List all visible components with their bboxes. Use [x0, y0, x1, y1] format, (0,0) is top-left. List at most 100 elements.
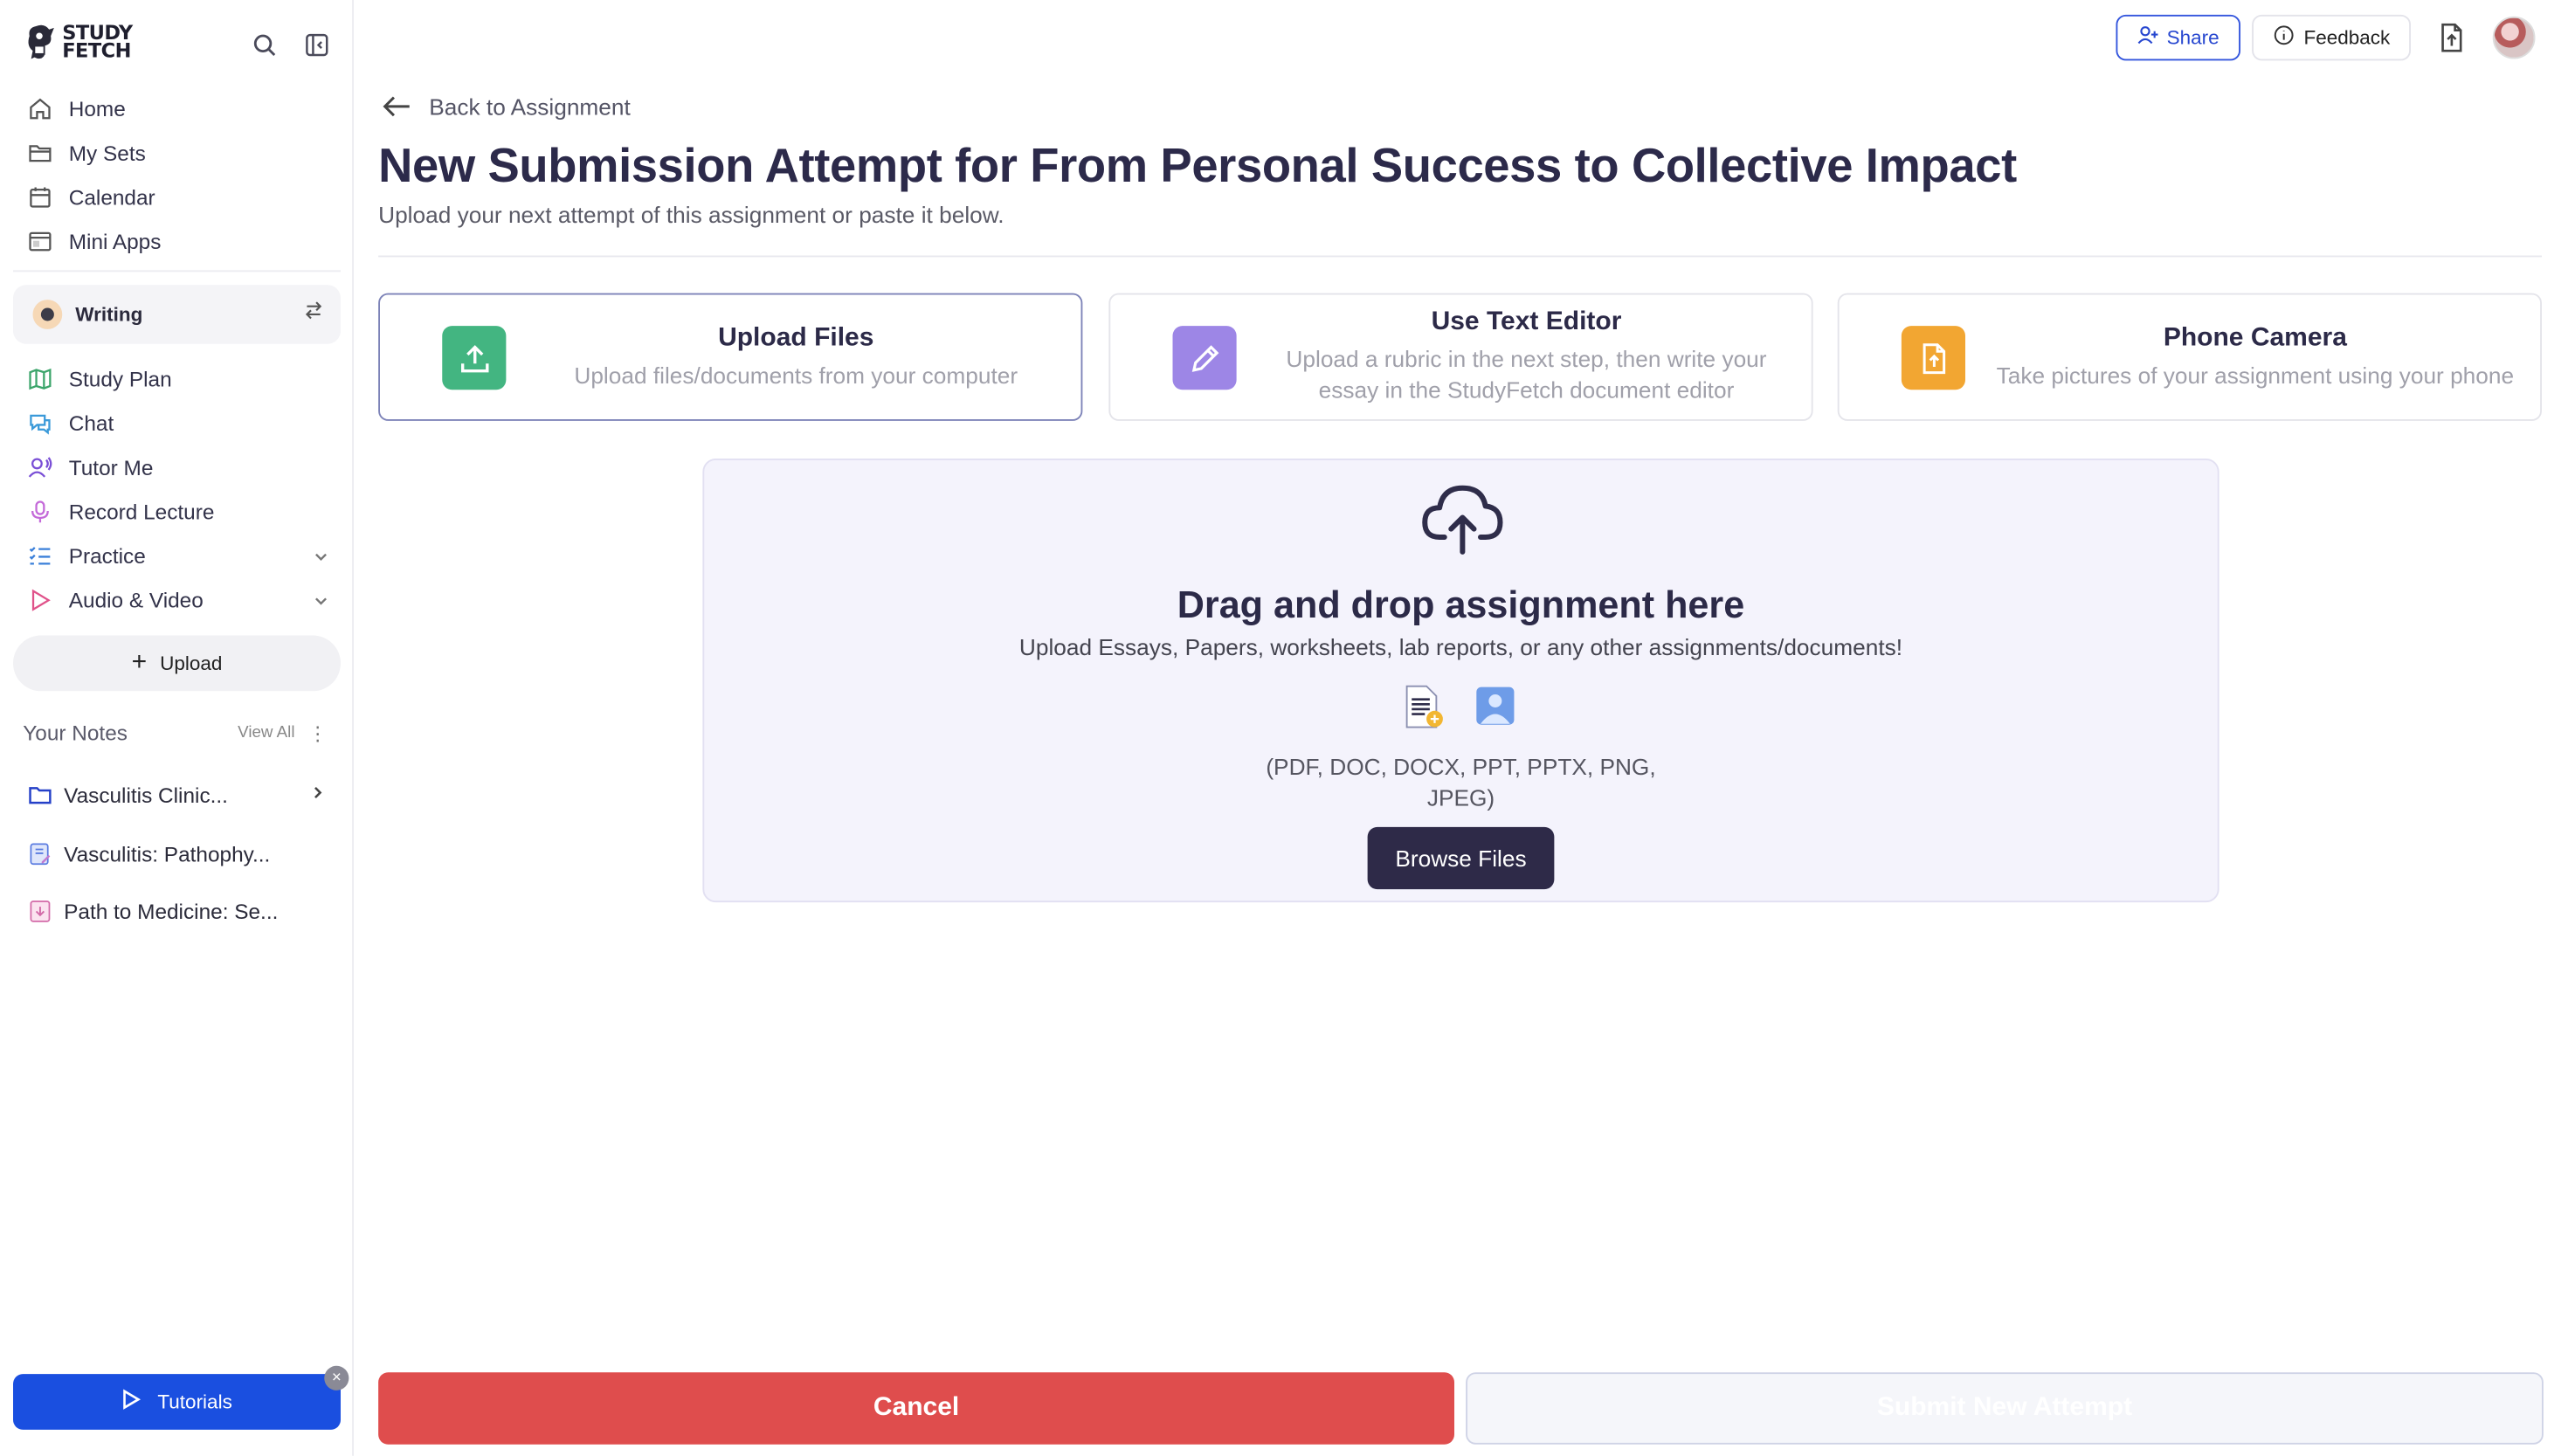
play-icon [26, 587, 52, 613]
nav-item-tutor-me[interactable]: Tutor Me [13, 445, 341, 490]
note-edit-icon [26, 840, 52, 866]
search-icon[interactable] [249, 30, 279, 59]
nav-label: Home [68, 96, 126, 121]
share-button[interactable]: Share [2116, 14, 2240, 61]
note-item-folder[interactable]: Vasculitis Clinic... [26, 776, 328, 812]
play-icon [121, 1389, 142, 1415]
logo-line2: FETCH [62, 39, 131, 63]
note-label: Path to Medicine: Se... [64, 898, 279, 923]
note-label: Vasculitis: Pathophy... [64, 840, 271, 866]
option-title: Phone Camera [2163, 323, 2347, 352]
chevron-down-icon[interactable] [311, 546, 331, 566]
back-to-assignment-link[interactable]: Back to Assignment [380, 93, 631, 120]
upload-button[interactable]: + Upload [13, 635, 341, 692]
nav-label: Tutor Me [68, 455, 154, 480]
dropzone-title: Drag and drop assignment here [1177, 583, 1745, 626]
tutorials-label: Tutorials [157, 1390, 232, 1414]
file-dropzone[interactable]: Drag and drop assignment here Upload Ess… [702, 459, 2219, 903]
supported-formats: (PDF, DOC, DOCX, PPT, PPTX, PNG, JPEG) [1266, 753, 1656, 811]
nav-item-practice[interactable]: Practice [13, 534, 341, 578]
back-label: Back to Assignment [429, 93, 631, 120]
calendar-icon [26, 184, 52, 210]
feedback-label: Feedback [2303, 26, 2391, 50]
option-upload-files[interactable]: Upload Files Upload files/documents from… [378, 293, 1083, 421]
image-icon [1474, 685, 1517, 739]
nav-label: Mini Apps [68, 229, 162, 254]
note-item[interactable]: Vasculitis: Pathophy... [26, 835, 328, 871]
page-title: New Submission Attempt for From Personal… [378, 141, 2017, 194]
note-download-icon [26, 898, 52, 924]
share-label: Share [2166, 26, 2219, 50]
microphone-icon [26, 499, 52, 525]
studyfetch-logo[interactable]: STUDY FETCH [24, 23, 133, 63]
note-label: Vasculitis Clinic... [64, 782, 228, 807]
your-notes-header: Your Notes View All ⋮ [23, 721, 328, 745]
cloud-upload-icon [1420, 479, 1506, 557]
dropzone-subtitle: Upload Essays, Papers, worksheets, lab r… [1018, 633, 1903, 660]
tools-nav: Study Plan Chat Tutor Me Record Lecture … [13, 357, 341, 623]
writing-label: Writing [75, 302, 143, 327]
note-item[interactable]: Path to Medicine: Se... [26, 893, 328, 928]
notes-title: Your Notes [23, 721, 128, 746]
tutor-icon [26, 454, 52, 480]
more-options-icon[interactable]: ⋮ [308, 721, 328, 744]
option-description: Upload a rubric in the next step, then w… [1286, 345, 1767, 404]
option-title: Use Text Editor [1431, 307, 1622, 336]
nav-label: My Sets [68, 141, 146, 166]
collapse-sidebar-icon[interactable] [301, 30, 331, 59]
info-icon [2273, 24, 2294, 51]
option-text-editor[interactable]: Use Text Editor Upload a rubric in the n… [1108, 293, 1813, 421]
nav-item-study-plan[interactable]: Study Plan [13, 357, 341, 402]
nav-item-record-lecture[interactable]: Record Lecture [13, 490, 341, 535]
chevron-right-icon[interactable] [308, 782, 328, 806]
nav-label: Study Plan [68, 367, 172, 392]
nav-item-calendar[interactable]: Calendar [13, 176, 341, 220]
submit-new-attempt-button[interactable]: Submit New Attempt [1466, 1372, 2544, 1445]
view-all-link[interactable]: View All [238, 724, 294, 742]
nav-item-home[interactable]: Home [13, 86, 341, 131]
logo-text: STUDY FETCH [62, 23, 133, 63]
pencil-icon [1172, 326, 1237, 390]
nav-label: Audio & Video [68, 588, 204, 613]
file-upload-icon [1901, 326, 1965, 390]
chevron-down-icon[interactable] [311, 590, 331, 611]
arrow-left-icon [383, 96, 410, 117]
feedback-button[interactable]: Feedback [2252, 14, 2411, 61]
tutorials-button[interactable]: Tutorials [13, 1374, 341, 1430]
file-export-icon[interactable] [2435, 21, 2468, 54]
cancel-button[interactable]: Cancel [378, 1372, 1454, 1445]
browse-files-button[interactable]: Browse Files [1367, 826, 1555, 890]
nav-label: Calendar [68, 184, 155, 210]
logo-mascot-icon [28, 24, 54, 59]
page-subtitle: Upload your next attempt of this assignm… [378, 201, 1004, 228]
nav-label: Practice [68, 543, 146, 569]
folder-icon [26, 781, 52, 807]
option-description: Take pictures of your assignment using y… [1996, 361, 2515, 388]
writing-avatar-icon [32, 300, 63, 329]
option-description: Upload files/documents from your compute… [574, 361, 1018, 388]
workspace-switcher-writing[interactable]: Writing [13, 285, 341, 344]
apps-icon [26, 229, 52, 255]
nav-label: Chat [68, 411, 114, 436]
sidebar: STUDY FETCH Home My Sets Calendar Mini A… [0, 0, 354, 1456]
option-phone-camera[interactable]: Phone Camera Take pictures of your assig… [1837, 293, 2542, 421]
document-icon [1402, 685, 1445, 739]
sidebar-divider [13, 270, 341, 273]
folder-icon [26, 140, 52, 166]
nav-item-my-sets[interactable]: My Sets [13, 131, 341, 176]
nav-item-chat[interactable]: Chat [13, 401, 341, 445]
upload-icon [442, 326, 507, 390]
add-user-icon [2137, 24, 2158, 51]
user-avatar[interactable] [2492, 16, 2536, 59]
chat-icon [26, 411, 52, 437]
nav-item-audio-video[interactable]: Audio & Video [13, 578, 341, 623]
map-icon [26, 366, 52, 392]
option-title: Upload Files [718, 323, 874, 352]
list-check-icon [26, 543, 52, 569]
swap-icon[interactable] [303, 300, 324, 329]
nav-label: Record Lecture [68, 499, 215, 524]
header-divider [378, 255, 2542, 258]
nav-item-mini-apps[interactable]: Mini Apps [13, 219, 341, 264]
plus-icon: + [131, 648, 148, 677]
close-icon[interactable]: × [324, 1365, 349, 1390]
